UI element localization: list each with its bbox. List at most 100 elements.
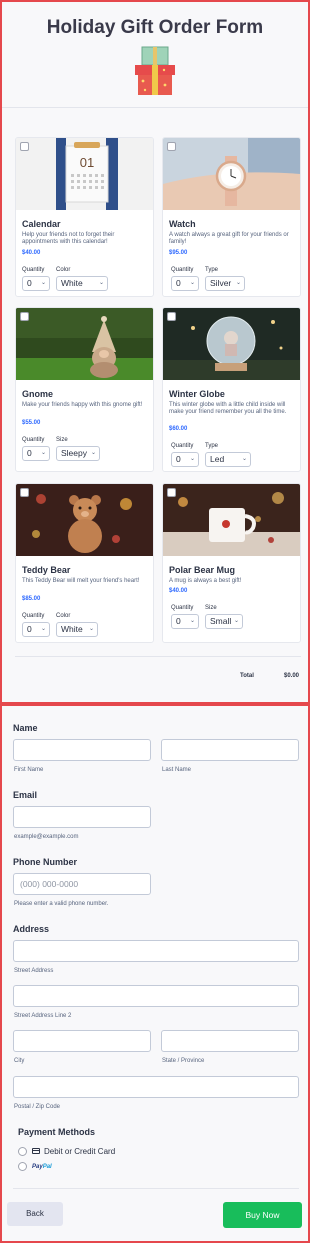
payment-methods-title: Payment Methods bbox=[18, 1127, 96, 1137]
chevron-down-icon: ⌄ bbox=[40, 626, 46, 632]
email-input[interactable] bbox=[13, 806, 151, 828]
chevron-down-icon: ⌄ bbox=[40, 450, 46, 456]
city-sublabel: City bbox=[14, 1058, 25, 1064]
back-button[interactable]: Back bbox=[7, 1202, 63, 1226]
quantity-label: Quantity bbox=[22, 613, 45, 619]
option-label: Color bbox=[56, 267, 71, 273]
product-card-polar-bear-mug[interactable]: Polar Bear Mug A mug is always a best gi… bbox=[162, 483, 301, 643]
quantity-select[interactable]: 0 ⌄ bbox=[22, 446, 50, 461]
quantity-select[interactable]: 0 ⌄ bbox=[22, 622, 50, 637]
select-product-checkbox[interactable] bbox=[20, 488, 29, 497]
card-payment-radio[interactable] bbox=[18, 1147, 27, 1156]
quantity-select[interactable]: 0 ⌄ bbox=[171, 452, 199, 467]
last-name-sublabel: Last Name bbox=[162, 767, 192, 773]
zip-input[interactable] bbox=[13, 1076, 299, 1098]
chevron-down-icon: ⌄ bbox=[189, 456, 195, 462]
street-address-line2-sublabel: Street Address Line 2 bbox=[14, 1013, 72, 1019]
product-description: Make your friends happy with this gnome … bbox=[22, 402, 143, 408]
state-input[interactable] bbox=[161, 1030, 299, 1052]
calendar-image: 01 bbox=[16, 138, 153, 210]
color-value: White bbox=[61, 278, 83, 288]
product-price: $95.00 bbox=[169, 250, 188, 256]
color-select[interactable]: White ⌄ bbox=[56, 622, 98, 637]
paypal-logo-pal: Pal bbox=[42, 1164, 52, 1170]
product-price: $40.00 bbox=[169, 588, 188, 594]
product-name: Teddy Bear bbox=[22, 565, 71, 575]
chevron-down-icon: ⌄ bbox=[98, 280, 104, 286]
product-name: Winter Globe bbox=[169, 389, 225, 399]
chevron-down-icon: ⌄ bbox=[90, 450, 96, 456]
product-card-watch[interactable]: Watch A watch always a great gift for yo… bbox=[162, 137, 301, 297]
product-price: $55.00 bbox=[22, 420, 41, 426]
quantity-select[interactable]: 0 ⌄ bbox=[171, 614, 199, 629]
type-value: Silver bbox=[210, 278, 232, 288]
form-header: Holiday Gift Order Form bbox=[2, 2, 308, 108]
option-label: Size bbox=[56, 437, 68, 443]
type-value: Led bbox=[210, 454, 225, 464]
option-label: Color bbox=[56, 613, 71, 619]
winter-globe-image bbox=[163, 308, 300, 380]
product-name: Polar Bear Mug bbox=[169, 565, 236, 575]
email-sublabel: example@example.com bbox=[14, 834, 79, 840]
size-select[interactable]: Sleepy ⌄ bbox=[56, 446, 100, 461]
total-label: Total bbox=[240, 673, 254, 679]
street-address-sublabel: Street Address bbox=[14, 968, 54, 974]
type-select[interactable]: Silver ⌄ bbox=[205, 276, 245, 291]
chevron-down-icon: ⌄ bbox=[241, 456, 247, 462]
paypal-logo-pay: Pay bbox=[32, 1164, 43, 1170]
street-address-input[interactable] bbox=[13, 940, 299, 962]
quantity-label: Quantity bbox=[171, 443, 194, 449]
watch-image bbox=[163, 138, 300, 210]
teddy-bear-image bbox=[16, 484, 153, 556]
email-label: Email bbox=[13, 790, 38, 800]
credit-card-icon bbox=[32, 1148, 40, 1154]
buy-now-button[interactable]: Buy Now bbox=[223, 1202, 302, 1228]
size-value: Small bbox=[210, 616, 232, 626]
divider bbox=[13, 1188, 299, 1189]
first-name-input[interactable] bbox=[13, 739, 151, 761]
calendar-date-text: 01 bbox=[80, 155, 94, 170]
phone-input[interactable]: (000) 000-0000 bbox=[13, 873, 151, 895]
option-label: Type bbox=[205, 267, 219, 273]
chevron-down-icon: ⌄ bbox=[189, 618, 195, 624]
quantity-label: Quantity bbox=[171, 605, 194, 611]
product-card-gnome[interactable]: Gnome Make your friends happy with this … bbox=[15, 307, 154, 472]
select-product-checkbox[interactable] bbox=[20, 142, 29, 151]
quantity-select[interactable]: 0 ⌄ bbox=[171, 276, 199, 291]
quantity-label: Quantity bbox=[22, 437, 45, 443]
product-card-winter-globe[interactable]: Winter Globe This winter globe with a li… bbox=[162, 307, 301, 472]
quantity-value: 0 bbox=[27, 278, 32, 288]
quantity-value: 0 bbox=[176, 454, 181, 464]
product-description: A mug is always a best gift! bbox=[169, 578, 242, 584]
option-label: Size bbox=[205, 605, 217, 611]
gnome-image bbox=[16, 308, 153, 380]
divider bbox=[15, 656, 301, 657]
street-address-line2-input[interactable] bbox=[13, 985, 299, 1007]
chevron-down-icon: ⌄ bbox=[233, 618, 239, 624]
product-price: $40.00 bbox=[22, 250, 41, 256]
color-value: White bbox=[61, 624, 83, 634]
quantity-select[interactable]: 0 ⌄ bbox=[22, 276, 50, 291]
size-select[interactable]: Small ⌄ bbox=[205, 614, 243, 629]
city-input[interactable] bbox=[13, 1030, 151, 1052]
quantity-value: 0 bbox=[176, 616, 181, 626]
state-sublabel: State / Province bbox=[162, 1058, 205, 1064]
product-card-calendar[interactable]: 01 Calendar Help your friends not to for… bbox=[15, 137, 154, 297]
size-value: Sleepy bbox=[61, 448, 87, 458]
product-name: Calendar bbox=[22, 219, 61, 229]
color-select[interactable]: White ⌄ bbox=[56, 276, 108, 291]
paypal-payment-radio[interactable] bbox=[18, 1162, 27, 1171]
select-product-checkbox[interactable] bbox=[167, 142, 176, 151]
product-name: Gnome bbox=[22, 389, 54, 399]
paypal-logo: PayPal bbox=[32, 1164, 52, 1170]
quantity-value: 0 bbox=[27, 624, 32, 634]
product-description: This Teddy Bear will melt your friend's … bbox=[22, 578, 140, 584]
select-product-checkbox[interactable] bbox=[167, 488, 176, 497]
type-select[interactable]: Led ⌄ bbox=[205, 452, 251, 467]
product-card-teddy-bear[interactable]: Teddy Bear This Teddy Bear will melt you… bbox=[15, 483, 154, 643]
select-product-checkbox[interactable] bbox=[167, 312, 176, 321]
select-product-checkbox[interactable] bbox=[20, 312, 29, 321]
product-description: A watch always a great gift for your fri… bbox=[169, 232, 289, 245]
zip-sublabel: Postal / Zip Code bbox=[14, 1104, 61, 1110]
last-name-input[interactable] bbox=[161, 739, 299, 761]
